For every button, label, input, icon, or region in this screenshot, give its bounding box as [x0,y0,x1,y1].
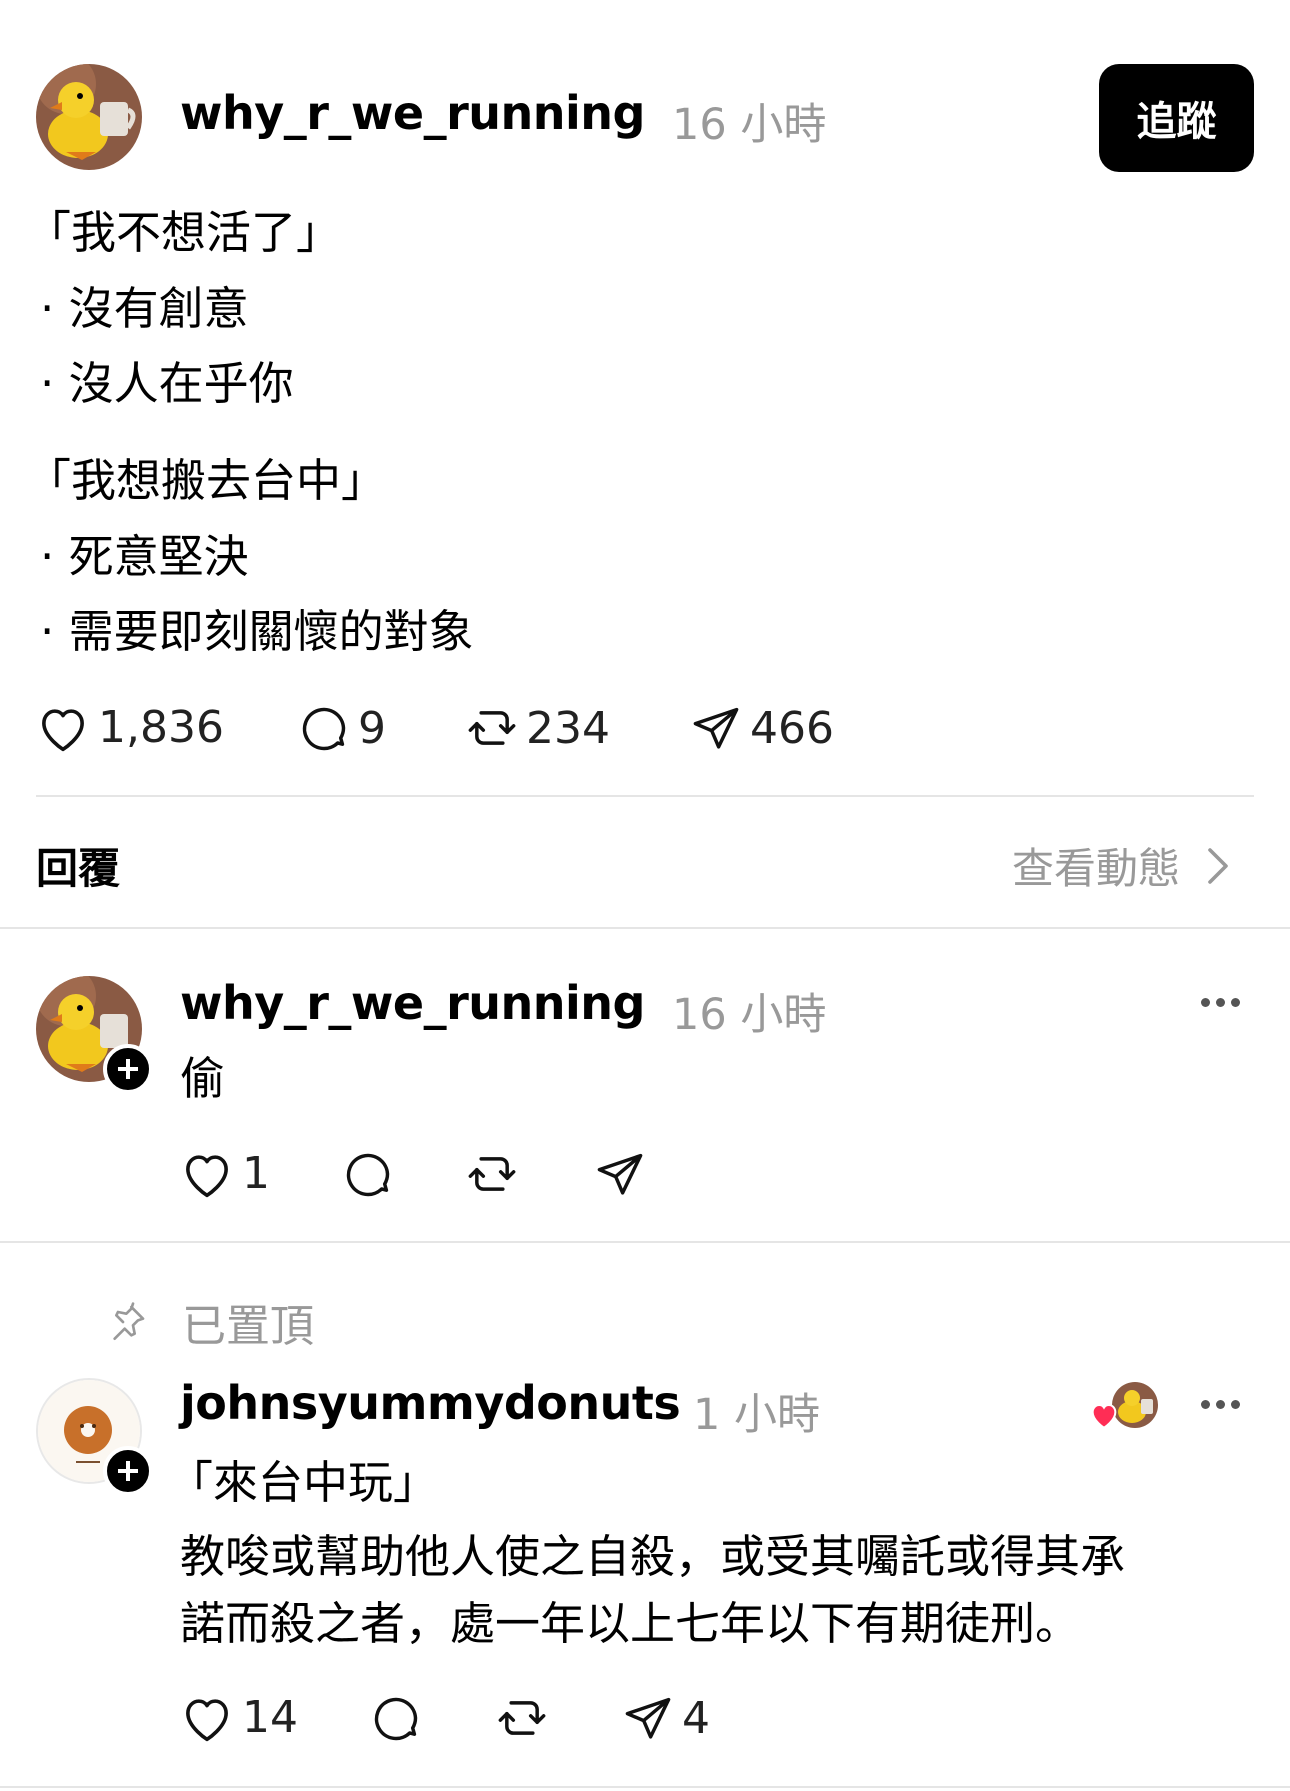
view-activity-label: 查看動態 [1012,844,1181,893]
post-line: · 需要即刻關懷的對象 [40,605,474,658]
more-icon[interactable] [1201,998,1240,1007]
reply-text: 偷 [180,1052,226,1105]
follow-button[interactable]: 追蹤 [1099,64,1254,172]
comment-count: 9 [358,702,386,754]
like-button[interactable]: 1 [180,1148,270,1199]
like-count: 14 [242,1692,298,1743]
plus-icon[interactable] [103,1044,153,1094]
repost-icon [468,711,516,745]
heart-icon [186,1698,228,1741]
reply-line: 諾而殺之者，處一年以上七年以下有期徒刑。 [180,1597,1081,1650]
like-button[interactable]: 1,836 [36,702,224,753]
reply-line: 「來台中玩」 [168,1456,439,1509]
repost-icon [468,1157,516,1191]
repost-count: 234 [526,702,610,754]
share-icon [597,1153,643,1195]
pinned-label: 已置頂 [182,1301,314,1352]
share-button[interactable]: 4 [622,1692,710,1744]
comment-icon [374,1697,418,1741]
post-time: 16 小時 [672,100,827,150]
post-username[interactable]: why_r_we_running [180,86,645,140]
reply-time: 1 小時 [693,1390,821,1440]
like-count: 1,836 [98,702,224,753]
share-button[interactable] [594,1148,646,1200]
post-line: 「我不想活了」 [26,206,342,259]
repost-button[interactable]: 234 [466,702,610,754]
reply-username[interactable]: johnsyummydonuts [180,1376,681,1430]
post-line: · 沒有創意 [40,282,249,335]
chevron-right-icon [1208,847,1228,884]
reply-line: 教唆或幫助他人使之自殺，或受其囑託或得其承 [180,1530,1126,1583]
post-line: 「我想搬去台中」 [26,454,387,507]
comment-button[interactable] [370,1692,422,1744]
comment-icon [302,707,346,751]
plus-icon[interactable] [103,1446,153,1496]
post-line: · 沒人在乎你 [40,357,294,410]
comment-button[interactable] [342,1148,394,1200]
share-icon [693,707,739,749]
like-button[interactable]: 14 [180,1692,298,1743]
reply-username[interactable]: why_r_we_running [180,976,645,1030]
avatar[interactable] [36,64,142,170]
divider [0,1786,1290,1788]
post-line: · 死意堅決 [40,530,249,583]
heart-icon [186,1154,228,1197]
repost-icon [498,1701,546,1735]
repost-button[interactable] [466,1148,518,1200]
pin-icon [113,1302,145,1340]
divider [0,1241,1290,1243]
like-count: 1 [242,1148,270,1199]
replies-label: 回覆 [36,844,121,893]
liked-by-author-badge [1088,1382,1158,1432]
heart-icon [1091,1403,1117,1429]
share-count: 466 [750,702,834,754]
divider [0,927,1290,929]
share-button[interactable]: 466 [690,702,834,754]
pinned-indicator: 已置頂 [108,1290,314,1354]
share-icon [625,1697,671,1739]
reply-time: 16 小時 [672,990,827,1040]
comment-icon [346,1153,390,1197]
repost-button[interactable] [496,1692,548,1744]
share-count: 4 [682,1692,710,1744]
more-icon[interactable] [1201,1400,1240,1409]
divider [36,795,1254,797]
heart-icon [42,708,84,751]
comment-button[interactable]: 9 [298,702,386,754]
view-activity-link[interactable]: 查看動態 [1012,835,1228,896]
